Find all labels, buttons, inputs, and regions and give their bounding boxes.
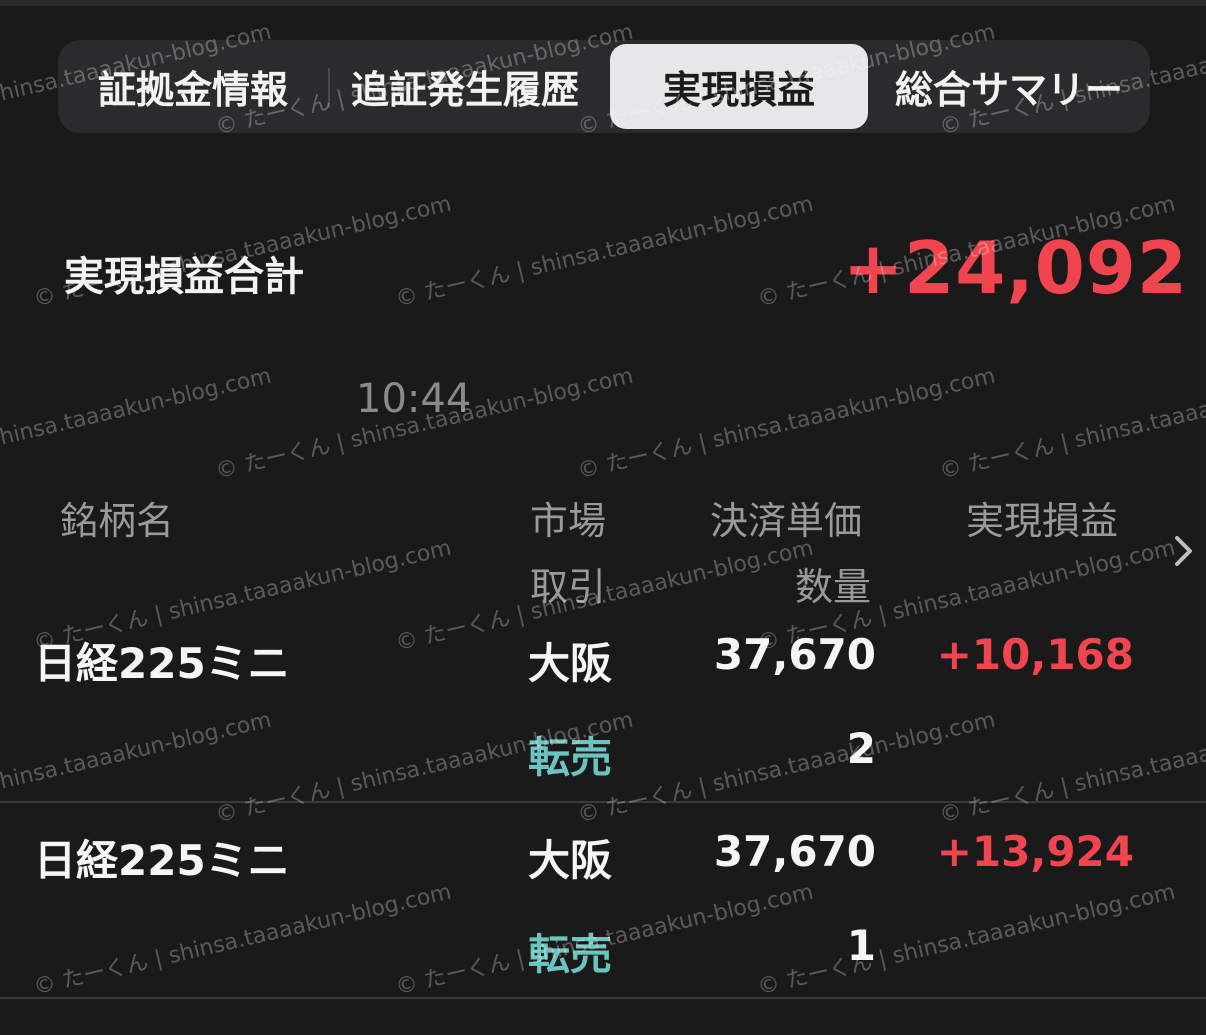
row-divider: [0, 997, 1206, 999]
header-realized-pl: 実現損益: [966, 499, 1119, 543]
table-row[interactable]: 日経225ミニ 大阪 37,670 +10,168 転売 2: [0, 606, 1206, 802]
top-border: [0, 0, 1206, 6]
row-realized-pl: +13,924: [936, 827, 1134, 876]
row-market: 大阪: [528, 836, 613, 885]
chevron-right-icon[interactable]: [1172, 533, 1196, 569]
tab-margin-call-history[interactable]: 追証発生履歴: [330, 40, 600, 133]
row-trade: 転売: [528, 733, 613, 782]
row-name: 日経225ミニ: [34, 836, 290, 885]
row-trade: 転売: [528, 930, 613, 979]
row-quantity: 1: [846, 921, 876, 970]
row-quantity: 2: [846, 724, 876, 773]
row-name: 日経225ミニ: [34, 639, 290, 688]
row-market: 大阪: [528, 639, 613, 688]
table-row[interactable]: 日経225ミニ 大阪 37,670 +13,924 転売 1: [0, 803, 1206, 999]
row-realized-pl: +10,168: [936, 630, 1134, 679]
watermark-text: © たーくん | shinsa.taaaakun-blog.com: [393, 191, 816, 313]
tab-bar: 証拠金情報 追証発生履歴 実現損益 総合サマリー: [58, 40, 1150, 133]
header-trade: 取引: [530, 565, 607, 609]
time-label: 10:44: [356, 376, 472, 422]
header-market: 市場: [530, 499, 607, 543]
tab-realized-pl[interactable]: 実現損益: [610, 44, 868, 129]
tab-margin-info[interactable]: 証拠金情報: [68, 40, 318, 133]
header-settlement-price: 決済単価: [710, 499, 863, 543]
tab-overall-summary[interactable]: 総合サマリー: [878, 40, 1140, 133]
realized-pl-total-value: +24,092: [842, 226, 1188, 310]
row-price: 37,670: [713, 630, 876, 679]
watermark-text: © たーくん | shinsa.taaaakun-blog.com: [937, 363, 1206, 485]
watermark-text: © たーくん | shinsa.taaaakun-blog.com: [0, 363, 274, 485]
row-price: 37,670: [713, 827, 876, 876]
header-name: 銘柄名: [60, 499, 175, 543]
header-quantity: 数量: [795, 565, 872, 609]
watermark-text: © たーくん | shinsa.taaaakun-blog.com: [575, 363, 998, 485]
realized-pl-total-label: 実現損益合計: [64, 254, 304, 300]
